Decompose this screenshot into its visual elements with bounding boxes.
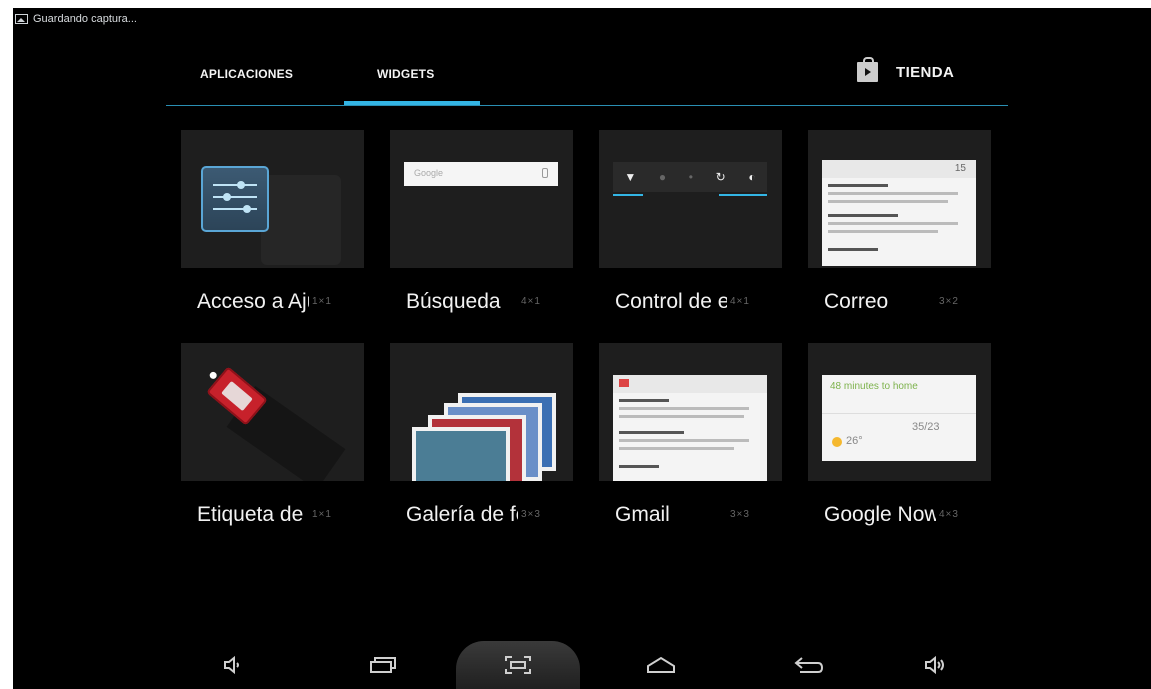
widget-name: Gmail — [615, 503, 670, 526]
screen: Guardando captura... APLICACIONES WIDGET… — [13, 8, 1151, 689]
widget-preview: Google — [390, 130, 573, 268]
back-button[interactable] — [778, 641, 838, 689]
volume-up-icon — [925, 655, 944, 675]
email-preview: 15 — [822, 160, 976, 266]
home-button[interactable] — [631, 641, 691, 689]
widget-size: 3×3 — [521, 509, 541, 520]
widget-size: 3×2 — [939, 296, 959, 307]
store-button[interactable]: TIENDA — [857, 57, 955, 82]
widget-size: 1×1 — [312, 296, 332, 307]
volume-down-button[interactable] — [203, 641, 263, 689]
widget-photo-gallery[interactable]: Galería de fotos 3×3 — [390, 343, 573, 541]
picture-icon — [15, 14, 28, 24]
widget-size: 3×3 — [730, 509, 750, 520]
status-notification: Guardando captura... — [33, 13, 137, 25]
brightness-icon: ◐ — [748, 170, 756, 184]
mail-count: 15 — [954, 163, 966, 174]
photo-stack-icon — [412, 427, 510, 481]
widget-size: 1×1 — [312, 509, 332, 520]
bluetooth-icon: ● — [658, 170, 667, 184]
settings-icon — [201, 166, 269, 232]
back-icon — [794, 657, 824, 673]
gps-icon: • — [688, 170, 693, 184]
widget-gmail[interactable]: Gmail 3×3 — [599, 343, 782, 541]
widget-name: Búsqueda — [406, 290, 501, 313]
widget-power-control[interactable]: ▼ ● • ↻ ◐ Control de energía 4×1 — [599, 130, 782, 328]
tab-apps[interactable]: APLICACIONES — [200, 67, 293, 81]
recent-apps-button[interactable] — [353, 641, 413, 689]
recent-apps-icon — [370, 657, 396, 673]
volume-up-button[interactable] — [906, 641, 966, 689]
widget-preview — [390, 343, 573, 481]
store-label: TIENDA — [896, 63, 955, 81]
volume-down-icon — [224, 655, 239, 675]
widget-name: Correo — [824, 290, 889, 313]
widget-name: Etiqueta de NFC — [197, 503, 309, 526]
widget-name: Google Now — [824, 503, 936, 526]
google-now-preview: 48 minutes to home 26° 35/23 — [822, 375, 976, 461]
widget-preview: ▼ ● • ↻ ◐ — [599, 130, 782, 268]
widget-preview — [181, 130, 364, 268]
now-card-title: 48 minutes to home — [830, 381, 918, 392]
mic-icon — [542, 168, 548, 178]
tab-bar: APLICACIONES WIDGETS TIENDA — [166, 53, 1008, 113]
widget-google-now[interactable]: 48 minutes to home 26° 35/23 Google Now … — [808, 343, 991, 541]
widget-settings-shortcut[interactable]: Acceso a Ajustes 1×1 — [181, 130, 364, 328]
status-bar: Guardando captura... — [13, 8, 137, 30]
screenshot-icon — [505, 656, 531, 674]
navigation-bar — [13, 641, 1151, 689]
widget-size: 4×1 — [730, 296, 750, 307]
home-icon — [647, 656, 675, 673]
sun-icon — [832, 437, 842, 447]
search-bar-preview: Google — [404, 162, 558, 186]
widget-name: Control de energía — [615, 290, 727, 313]
gmail-icon — [619, 379, 629, 387]
gmail-preview — [613, 375, 767, 481]
widget-search[interactable]: Google Búsqueda 4×1 — [390, 130, 573, 328]
sync-icon: ↻ — [715, 170, 726, 184]
widget-size: 4×3 — [939, 509, 959, 520]
widget-preview — [599, 343, 782, 481]
widget-name: Galería de fotos — [406, 503, 518, 526]
tab-divider — [166, 105, 1008, 106]
widget-size: 4×1 — [521, 296, 541, 307]
widget-preview — [181, 343, 364, 481]
now-temp: 26° — [846, 435, 863, 447]
now-temp-range: 35/23 — [912, 421, 940, 433]
widget-preview: 15 — [808, 130, 991, 268]
widget-preview: 48 minutes to home 26° 35/23 — [808, 343, 991, 481]
power-control-preview: ▼ ● • ↻ ◐ — [613, 162, 767, 192]
tab-widgets[interactable]: WIDGETS — [377, 67, 434, 81]
search-preview-text: Google — [414, 168, 444, 178]
widget-name: Acceso a Ajustes — [197, 290, 309, 313]
play-store-icon — [857, 57, 878, 82]
widget-nfc-tag[interactable]: Etiqueta de NFC 1×1 — [181, 343, 364, 541]
widget-email[interactable]: 15 Correo 3×2 — [808, 130, 991, 328]
screenshot-button[interactable] — [456, 641, 580, 689]
wifi-icon: ▼ — [624, 170, 637, 184]
